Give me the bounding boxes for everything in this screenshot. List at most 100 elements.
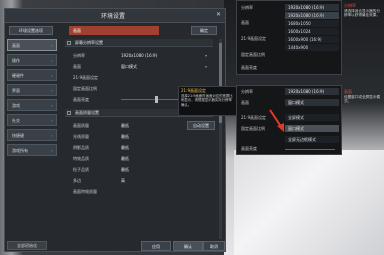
setting-row-resolution[interactable]: 分辨率 1920x1080 (16:9) ▾ — [73, 51, 213, 60]
section-title: 屏幕分辨率设置 — [75, 40, 103, 45]
resolution-dropdown-panel: 分辨率 1920x1080 (16:9) 1920x1080 (16:9) 画面… — [236, 0, 342, 75]
sidebar-item-label: 游戏所有 — [12, 148, 28, 153]
resolution-select[interactable]: 1920x1080 (16:9) — [285, 88, 339, 95]
display-mode-option[interactable]: 全屏无边框模式 — [285, 136, 339, 143]
confirm-button[interactable]: 确认 — [173, 241, 203, 251]
display-mode-note: 画面 设置窗口或全屏显示模式。 — [344, 89, 382, 104]
chevron-down-icon: ▾ — [204, 64, 207, 69]
panel-label: 固定画面比例 — [241, 52, 265, 57]
sidebar-item-label: 社交 — [12, 118, 20, 123]
resolution-option[interactable]: 1600x1024 — [285, 28, 339, 35]
setting-value: 最低 — [121, 145, 129, 150]
display-mode-option[interactable]: 窗口模式 — [285, 125, 339, 132]
setting-label: 固定画面比例 — [73, 86, 97, 91]
sidebar-item-display[interactable]: 画面 › — [7, 39, 57, 51]
setting-value: 最低 — [121, 167, 129, 172]
chevron-right-icon: › — [51, 148, 53, 153]
chevron-down-icon: ▾ — [204, 53, 207, 58]
brightness-slider[interactable] — [285, 149, 335, 150]
note-body: 设置窗口或全屏显示模式。 — [344, 94, 380, 104]
setting-value: 1920x1080 (16:9) — [121, 53, 158, 58]
sidebar-item-label: 界面 — [12, 88, 20, 93]
sidebar-item-shortcuts[interactable]: 快捷键 › — [7, 129, 57, 141]
slider-knob[interactable] — [155, 96, 158, 103]
setting-value: 窗口模式 — [121, 64, 137, 69]
window-title: 环境设置 — [101, 13, 126, 20]
chevron-right-icon: › — [51, 43, 53, 48]
settings-content: 屏幕分辨率设置 分辨率 1920x1080 (16:9) ▾ 画面 窗口模式 ▾ 21:… — [65, 39, 223, 237]
chevron-right-icon: › — [51, 118, 53, 123]
panel-label: 分辨率 — [241, 89, 253, 94]
setting-label: 粒子品质 — [73, 167, 89, 172]
panel-label: 画面 — [241, 20, 249, 25]
setting-label: 21:9画面设定 — [73, 75, 98, 80]
sidebar-item-label: 快捷键 — [12, 133, 24, 138]
setting-label: 光线质量 — [73, 134, 89, 139]
resolution-option[interactable]: 1600x900 (16:9) — [285, 36, 339, 43]
setting-row-effects[interactable]: 特效品质 最低 — [73, 154, 213, 163]
resolution-note: 分辨率 请选择适合显示器的分辨率以获得最佳效果。 — [344, 3, 382, 18]
tab-settings-options[interactable]: 环境设置选项 — [9, 26, 53, 35]
sidebar-item-game[interactable]: 游戏 › — [7, 99, 57, 111]
setting-label: 画面 — [73, 64, 81, 69]
setting-row-display-mode[interactable]: 画面 窗口模式 ▾ — [73, 62, 213, 71]
checkbox-icon[interactable] — [67, 111, 71, 115]
sidebar-item-label: 硬键件 — [12, 73, 24, 78]
apply-button[interactable]: 应用 — [141, 241, 171, 251]
panel-label: 21:9画面设定 — [241, 36, 266, 41]
tab-display[interactable]: 画面 — [69, 26, 159, 35]
resolution-option[interactable]: 1920x1080 (16:9) — [285, 12, 339, 19]
reset-all-button[interactable]: 全部初始化 — [7, 241, 47, 250]
panel-label: 21:9画面设定 — [241, 115, 266, 120]
panel-label: 分辨率 — [241, 5, 253, 10]
note-body: 请选择适合显示器的分辨率以获得最佳效果。 — [344, 8, 380, 18]
setting-row-219[interactable]: 21:9画面设定 — [73, 73, 213, 82]
panel-label: 画面 — [241, 100, 249, 105]
setting-label: 画面亮度 — [73, 97, 89, 102]
setting-label: 画面质量 — [73, 123, 89, 128]
resolution-option[interactable]: 1440x900 — [285, 44, 339, 51]
setting-label: 分辨率 — [73, 53, 85, 58]
section-resolution: 屏幕分辨率设置 — [65, 39, 213, 47]
sidebar-item-social[interactable]: 社交 › — [7, 114, 57, 126]
sidebar: 画面 › 操作 › 硬键件 › 界面 › 游戏 › 社交 › 快捷键 › 游戏所有 › — [5, 39, 61, 229]
setting-label: 阴影品质 — [73, 145, 89, 150]
sidebar-item-label: 游戏 — [12, 103, 20, 108]
checkbox-icon[interactable] — [67, 41, 71, 45]
panel-label: 画面亮度 — [241, 146, 257, 151]
chevron-right-icon: › — [51, 73, 53, 78]
sidebar-item-game-all[interactable]: 游戏所有 › — [7, 144, 57, 156]
display-mode-select[interactable]: 窗口模式 — [285, 99, 339, 106]
setting-value: 最低 — [121, 156, 129, 161]
setting-row-lighting[interactable]: 光线质量 最低 — [73, 132, 213, 141]
chevron-right-icon: › — [51, 133, 53, 138]
sidebar-item-label: 操作 — [12, 58, 20, 63]
cancel-button[interactable]: 取消 — [203, 241, 225, 251]
setting-row-particles[interactable]: 粒子品质 最低 — [73, 165, 213, 174]
auto-setting-button[interactable]: 自动设置 — [187, 121, 215, 130]
red-arrow-icon — [269, 109, 284, 132]
setting-row-shadow[interactable]: 阴影品质 最低 — [73, 143, 213, 152]
setting-label: 特效品质 — [73, 156, 89, 161]
screenshot-root: 环境设置 ✕ 环境设置选项 画面 确定 画面 › 操作 › 硬键件 › 界面 › 游戏 ›… — [0, 0, 384, 255]
resolution-option[interactable]: 1680x1050 — [285, 20, 339, 27]
section-title: 画面质量设置 — [75, 110, 99, 115]
top-confirm-button[interactable]: 确定 — [191, 26, 217, 35]
setting-row-polygon[interactable]: 多边 高 — [73, 176, 213, 185]
scrollbar[interactable] — [219, 39, 222, 239]
sidebar-item-interface[interactable]: 界面 › — [7, 84, 57, 96]
panel-label: 画面亮度 — [241, 65, 257, 70]
setting-label: 多边 — [73, 178, 81, 183]
sidebar-item-controls[interactable]: 操作 › — [7, 54, 57, 66]
sidebar-item-hardware[interactable]: 硬键件 › — [7, 69, 57, 81]
display-mode-dropdown-panel: 分辨率 1920x1080 (16:9) 画面 窗口模式 21:9画面设定 全屏… — [236, 85, 342, 155]
close-icon[interactable]: ✕ — [216, 11, 221, 18]
settings-window: 环境设置 ✕ 环境设置选项 画面 确定 画面 › 操作 › 硬键件 › 界面 › 游戏 ›… — [4, 8, 226, 252]
resolution-select[interactable]: 1920x1080 (16:9) — [285, 4, 339, 11]
tooltip: 21:9画面设定 选择21:9画面时画面对应的宽屏比例显示，请根据显示器实际分辨… — [178, 86, 238, 116]
display-mode-option[interactable]: 全屏模式 — [285, 114, 339, 121]
setting-row-screen-effects[interactable]: 画面特效质量 — [73, 187, 213, 196]
setting-value: 最低 — [121, 134, 129, 139]
sidebar-item-label: 画面 — [12, 43, 20, 48]
chevron-right-icon: › — [51, 103, 53, 108]
